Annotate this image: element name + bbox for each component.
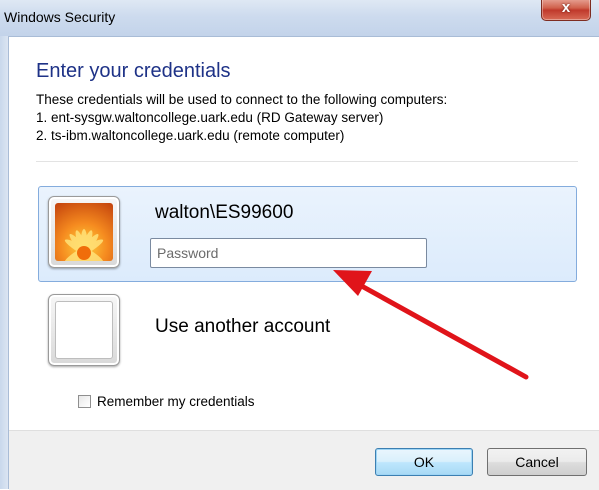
red-arrow-icon: [333, 270, 529, 380]
